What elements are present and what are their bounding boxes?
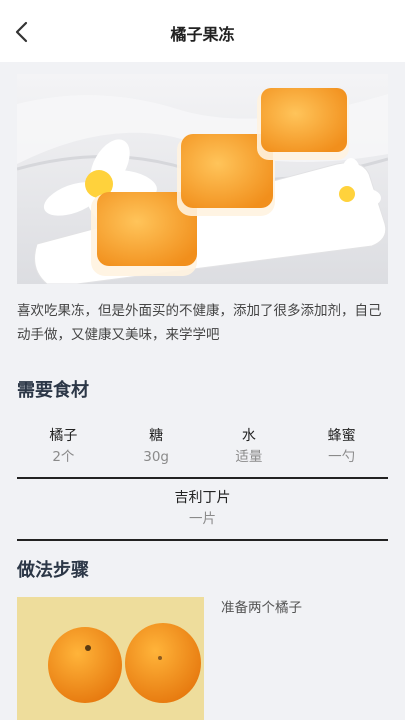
- ingredient-qty: 一片: [189, 511, 216, 527]
- step-description: 准备两个橘子: [221, 600, 302, 616]
- step-image: [17, 597, 204, 720]
- ingredient-item: 糖 30g: [110, 426, 203, 476]
- ingredient-name: 橘子: [49, 428, 78, 444]
- ingredient-qty: 30g: [143, 449, 169, 465]
- divider: [17, 477, 388, 479]
- recipe-description: 喜欢吃果冻，但是外面买的不健康，添加了很多添加剂，自己动手做，又健康又美味，来学…: [17, 303, 382, 343]
- ingredient-name: 蜂蜜: [327, 428, 356, 444]
- ingredients-row: 橘子 2个 糖 30g 水 适量 蜂蜜 一勺: [17, 426, 388, 476]
- ingredients-title: 需要食材: [17, 380, 89, 401]
- hero-image: [17, 74, 388, 284]
- steps-title: 做法步骤: [17, 560, 89, 581]
- ingredient-qty: 一勺: [328, 449, 356, 465]
- ingredient-item: 吉利丁片 一片: [17, 488, 388, 538]
- ingredient-qty: 适量: [235, 449, 263, 465]
- ingredient-item: 橘子 2个: [17, 426, 110, 476]
- ingredient-item: 水 适量: [203, 426, 296, 476]
- ingredient-item: 蜂蜜 一勺: [295, 426, 388, 476]
- page-title: 橘子果冻: [170, 25, 235, 44]
- ingredient-name: 吉利丁片: [174, 490, 231, 506]
- top-nav-bar: 橘子果冻: [0, 0, 405, 62]
- ingredient-name: 糖: [149, 428, 164, 444]
- divider: [17, 539, 388, 541]
- ingredients-row: 吉利丁片 一片: [17, 488, 388, 538]
- ingredient-name: 水: [241, 428, 256, 444]
- ingredient-qty: 2个: [52, 449, 75, 465]
